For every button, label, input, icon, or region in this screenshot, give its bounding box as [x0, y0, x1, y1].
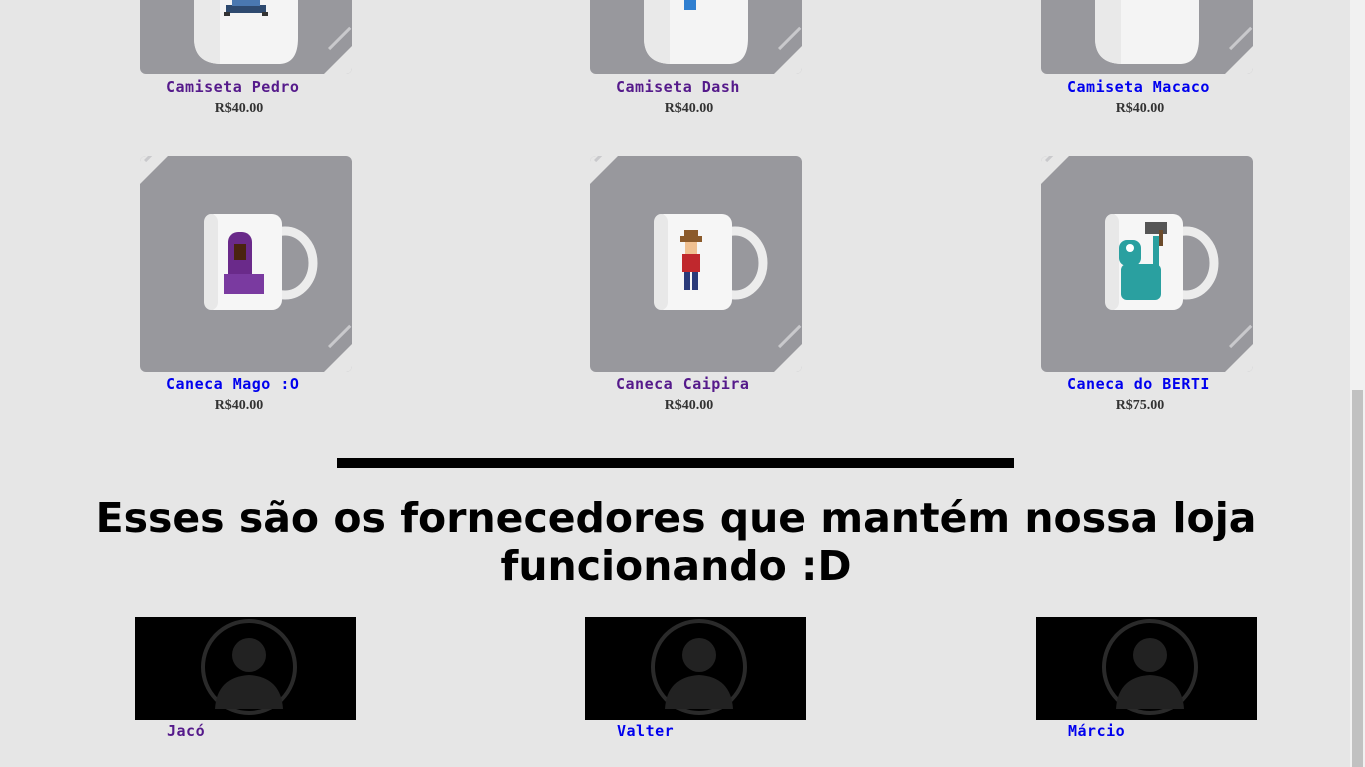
product-name-link[interactable]: Camiseta Pedro [140, 78, 352, 96]
user-silhouette-icon [1102, 619, 1198, 715]
supplier-avatar [135, 617, 356, 720]
mug-image [654, 214, 768, 310]
supplier-name-link[interactable]: Jacó [167, 720, 205, 740]
product-name-link[interactable]: Caneca do BERTI [1041, 375, 1253, 393]
product-image[interactable] [1041, 156, 1253, 372]
product-name-link[interactable]: Camiseta Dash [590, 78, 802, 96]
supplier-avatar [585, 617, 806, 720]
vertical-scrollbar[interactable] [1350, 0, 1365, 767]
user-silhouette-icon [651, 619, 747, 715]
supplier-avatar [1036, 617, 1257, 720]
product-image[interactable] [1041, 0, 1253, 74]
product-image[interactable] [140, 156, 352, 372]
supplier-card: Jacó [135, 617, 356, 740]
supplier-name-link[interactable]: Márcio [1068, 720, 1125, 740]
product-image[interactable] [590, 0, 802, 74]
mug-image [1105, 214, 1219, 310]
mug-image [204, 214, 318, 310]
suppliers-heading: Esses são os fornecedores que mantém nos… [95, 494, 1257, 590]
product-image[interactable] [140, 0, 352, 74]
product-price: R$75.00 [1115, 398, 1165, 413]
tshirt-image [1095, 0, 1199, 64]
product-price: R$40.00 [664, 398, 714, 413]
product-name-link[interactable]: Caneca Mago :O [140, 375, 352, 393]
product-price: R$40.00 [214, 398, 264, 413]
tshirt-image [644, 0, 748, 64]
scrollbar-thumb[interactable] [1352, 390, 1363, 767]
product-name-link[interactable]: Caneca Caipira [590, 375, 802, 393]
product-price: R$40.00 [214, 101, 264, 116]
tshirt-image [194, 0, 298, 64]
user-silhouette-icon [201, 619, 297, 715]
supplier-name-link[interactable]: Valter [617, 720, 674, 740]
supplier-card: Valter [585, 617, 806, 740]
supplier-card: Márcio [1036, 617, 1257, 740]
product-price: R$40.00 [1115, 101, 1165, 116]
section-divider [337, 458, 1014, 468]
product-image[interactable] [590, 156, 802, 372]
product-name-link[interactable]: Camiseta Macaco [1041, 78, 1253, 96]
product-price: R$40.00 [664, 101, 714, 116]
